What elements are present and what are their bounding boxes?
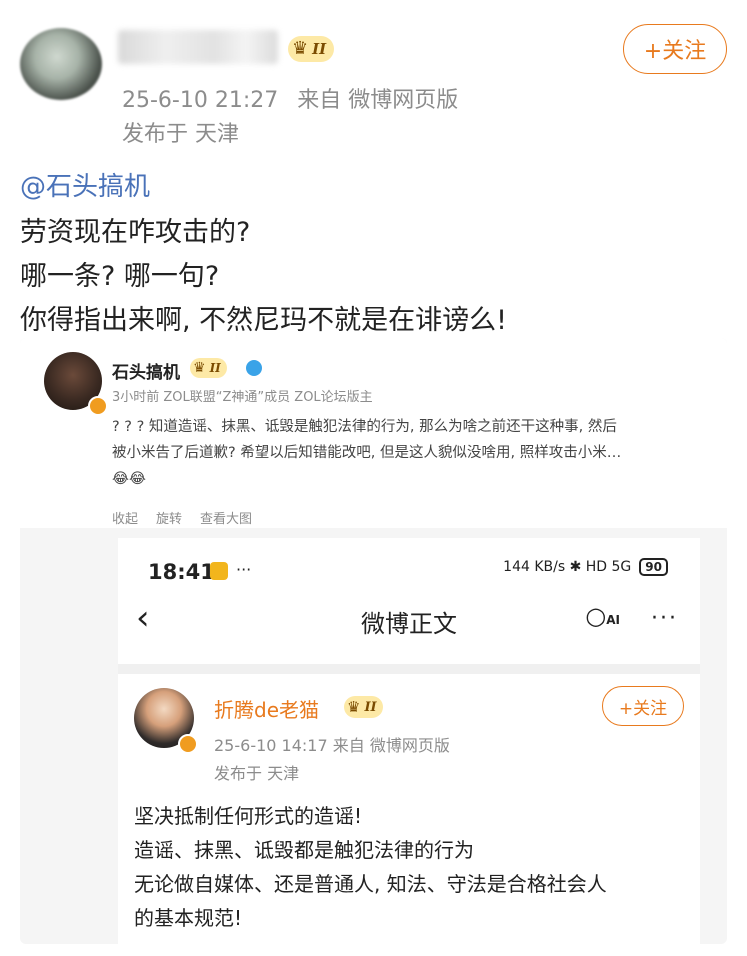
- post-source: 来自 微博网页版: [297, 88, 459, 113]
- embedded-text-line-2: 被小米告了后道歉? 希望以后知错能改吧, 但是这人貌似没啥用, 照样攻击小米…: [112, 445, 622, 461]
- embedded-meta: 3小时前 ZOL联盟“Z神通”成员 ZOL论坛版主: [112, 390, 373, 405]
- embedded-post-card: 石头搞机 ♛ II 3小时前 ZOL联盟“Z神通”成员 ZOL论坛版主 ? ? …: [20, 338, 727, 528]
- repost-text-line-1: 坚决抵制任何形式的造谣!: [134, 804, 363, 828]
- post-line-3: 你得指出来啊, 不然尼玛不就是在诽谤么!: [20, 305, 507, 336]
- repost-vip-badge: ♛ II: [344, 696, 383, 718]
- crown-icon: ♛: [347, 697, 361, 716]
- mention-link[interactable]: @石头搞机: [20, 166, 150, 203]
- repost-text-line-3: 无论做自媒体、还是普通人, 知法、守法是合格社会人: [134, 872, 607, 896]
- embedded-text-line-1: ? ? ? 知道造谣、抹黑、诋毁是触犯法律的行为, 那么为啥之前还干这种事, 然…: [112, 419, 617, 435]
- collapse-action: 收起: [112, 512, 139, 527]
- verified-icon: [246, 360, 262, 376]
- embedded-actions: 收起 旋转 查看大图: [112, 508, 252, 527]
- status-time: 18:41: [148, 560, 215, 584]
- crown-icon: ♛: [292, 38, 309, 59]
- notification-icon: [210, 562, 228, 580]
- embedded-author-name: 石头搞机: [112, 363, 180, 383]
- ai-search-icon: ○AI: [585, 602, 620, 630]
- repost-text-line-4: 的基本规范!: [134, 906, 243, 930]
- crown-icon: ♛: [193, 360, 206, 376]
- repost-location: 发布于 天津: [214, 764, 300, 783]
- verified-icon: [88, 396, 108, 416]
- rotate-action: 旋转: [156, 512, 183, 527]
- author-name-redacted[interactable]: [118, 30, 278, 64]
- follow-button[interactable]: +关注: [623, 24, 727, 74]
- status-icons: 144 KB/s ✱ HD 5G 90: [503, 558, 668, 576]
- divider: [118, 664, 700, 674]
- vip-level: II: [312, 39, 327, 58]
- embedded-vip-badge: ♛ II: [190, 358, 227, 378]
- post-line-2: 哪一条? 哪一句?: [20, 261, 220, 292]
- repost-author-name: 折腾de老猫: [214, 698, 319, 722]
- embedded-image[interactable]: 石头搞机 ♛ II 3小时前 ZOL联盟“Z神通”成员 ZOL论坛版主 ? ? …: [20, 338, 727, 944]
- author-avatar[interactable]: [20, 28, 102, 100]
- status-more-icon: ···: [236, 560, 252, 579]
- post-meta: 25-6-10 21:27 来自 微博网页版: [122, 82, 458, 114]
- battery-icon: 90: [639, 558, 668, 576]
- view-large-action: 查看大图: [200, 512, 253, 527]
- more-icon: ···: [651, 606, 678, 631]
- repost-timestamp: 25-6-10 14:17 来自 微博网页版: [214, 736, 450, 755]
- repost-follow-button: +关注: [602, 686, 684, 726]
- repost-text-line-2: 造谣、抹黑、诋毁都是触犯法律的行为: [134, 838, 474, 862]
- vip-badge: ♛ II: [288, 36, 335, 62]
- phone-screenshot: 18:41 ··· 144 KB/s ✱ HD 5G 90 ‹ 微博正文 ○AI…: [118, 538, 700, 944]
- embedded-emoji: 😂😂: [112, 471, 146, 487]
- post-location: 发布于 天津: [122, 122, 239, 147]
- post-timestamp[interactable]: 25-6-10 21:27: [122, 88, 278, 113]
- post-line-1: 劳资现在咋攻击的?: [20, 217, 251, 248]
- verified-icon: [178, 734, 198, 754]
